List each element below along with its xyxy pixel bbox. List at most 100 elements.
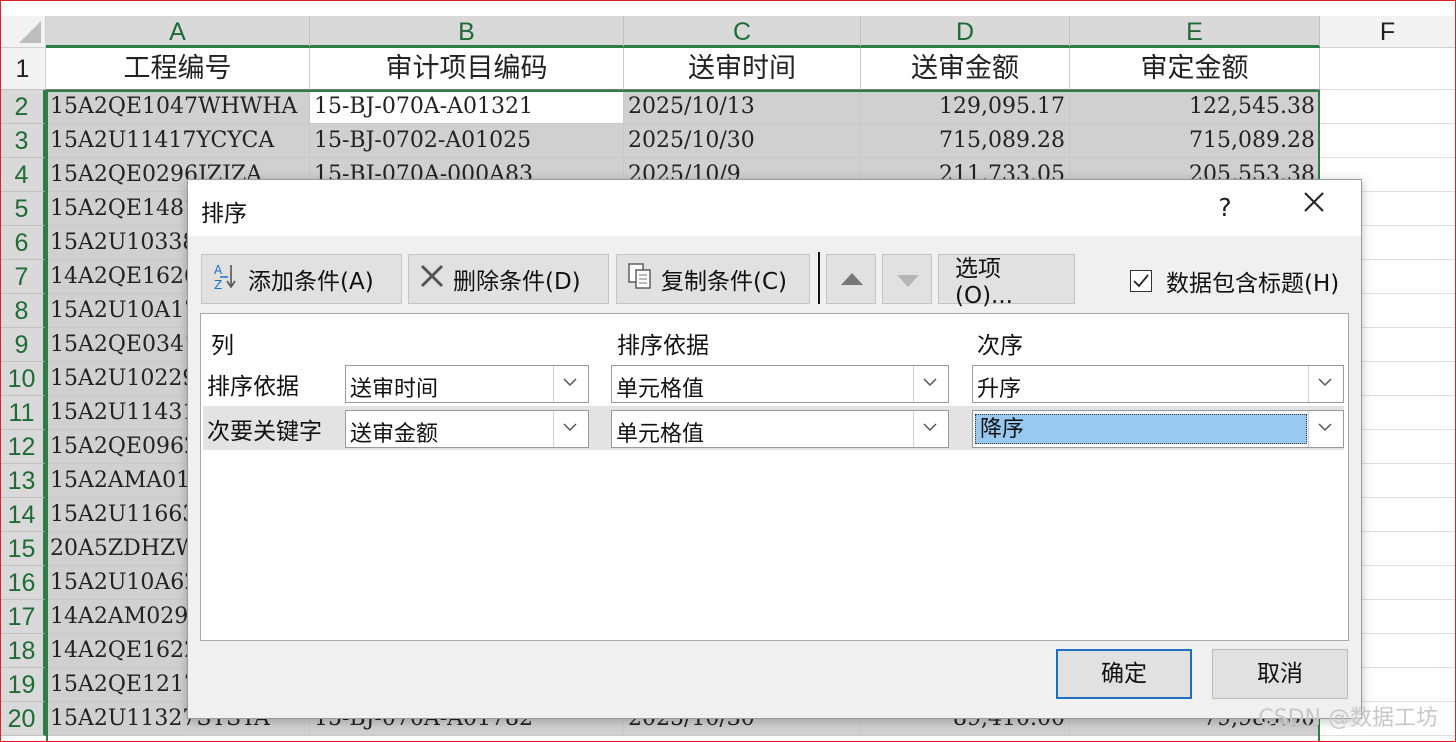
header-cell[interactable]: 送审时间 [624,48,861,90]
delete-x-icon [419,263,445,295]
help-button[interactable]: ? [1210,190,1240,226]
col-header-order: 次序 [977,333,1023,359]
sort-condition-row-2[interactable]: 次要关键字 送审金额 单元格值 降序 [203,406,1344,450]
sort-key-label: 排序依据 [207,374,299,400]
row-header[interactable]: 1 [0,48,46,90]
header-checkbox-group[interactable]: 数据包含标题(H) [1130,264,1339,298]
svg-text:A: A [214,263,223,277]
data-cell[interactable]: 15A2U11417YCYCA [46,124,310,158]
column-select-2[interactable]: 送审金额 [345,410,589,448]
chevron-down-icon[interactable] [1308,411,1343,447]
row-header[interactable]: 12 [0,430,46,464]
order-select-1[interactable]: 升序 [972,365,1344,403]
delete-condition-label: 删除条件(D) [453,269,581,295]
dialog-title: 排序 [201,201,247,227]
column-header-b[interactable]: B [310,16,624,48]
column-header-f[interactable]: F [1320,16,1456,48]
sort-on-select-value: 单元格值 [616,377,705,402]
ok-button[interactable]: 确定 [1056,649,1192,699]
header-cell[interactable]: 送审金额 [861,48,1070,90]
up-arrow-icon [841,273,863,285]
data-cell[interactable]: 715,089.28 [1070,124,1320,158]
header-cell[interactable]: 审计项目编码 [310,48,624,90]
row-header[interactable]: 4 [0,158,46,192]
row-header[interactable]: 3 [0,124,46,158]
sort-on-select-1[interactable]: 单元格值 [611,365,949,403]
column-header-e[interactable]: E [1070,16,1320,48]
column-select-value: 送审时间 [350,377,439,402]
delete-condition-button[interactable]: 删除条件(D) [408,254,609,304]
watermark: CSDN @数据工坊 [1258,706,1438,731]
select-all-corner[interactable] [0,16,46,48]
chevron-down-icon[interactable] [553,366,588,402]
col-header-sort-on: 排序依据 [617,333,709,359]
header-checkbox[interactable] [1130,270,1152,292]
sort-condition-row-1[interactable]: 排序依据 送审时间 单元格值 升序 [203,361,1344,405]
sort-dialog: 排序 ? AZ 添加条件(A) 删除条件(D) 复制条件(C) 选项(O)...… [187,179,1362,719]
move-down-button[interactable] [882,254,932,304]
cancel-button[interactable]: 取消 [1212,649,1348,699]
data-cell[interactable]: 15A2QE1047WHWHA [46,90,310,124]
row-header[interactable]: 8 [0,294,46,328]
order-select-value: 降序 [975,414,1307,444]
row-header[interactable]: 11 [0,396,46,430]
row-header[interactable]: 7 [0,260,46,294]
copy-condition-button[interactable]: 复制条件(C) [616,254,810,304]
toolbar-separator [818,252,820,304]
row-header[interactable]: 18 [0,634,46,668]
row-header[interactable]: 20 [0,702,46,736]
order-select-2[interactable]: 降序 [972,410,1344,448]
chevron-down-icon[interactable] [913,366,948,402]
row-header[interactable]: 17 [0,600,46,634]
row-header[interactable]: 2 [0,90,46,124]
data-cell[interactable]: 15-BJ-0702-A01025 [310,124,624,158]
row-header[interactable]: 14 [0,498,46,532]
sort-on-select-value: 单元格值 [616,422,705,447]
data-cell[interactable]: 122,545.38 [1070,90,1320,124]
chevron-down-icon[interactable] [553,411,588,447]
header-cell[interactable]: 审定金额 [1070,48,1320,90]
chevron-down-icon[interactable] [1308,366,1343,402]
dialog-titlebar[interactable]: 排序 ? [188,180,1361,236]
empty-cell[interactable] [1320,124,1456,158]
column-header-d[interactable]: D [861,16,1070,48]
col-header-column: 列 [211,333,234,359]
copy-condition-label: 复制条件(C) [661,269,788,295]
sort-az-icon: AZ [212,261,240,297]
data-cell[interactable]: 2025/10/30 [624,124,861,158]
row-header[interactable]: 9 [0,328,46,362]
row-header[interactable]: 16 [0,566,46,600]
row-header[interactable]: 15 [0,532,46,566]
row-header[interactable]: 13 [0,464,46,498]
column-header-a[interactable]: A [46,16,310,48]
row-header[interactable]: 10 [0,362,46,396]
close-button[interactable] [1296,190,1332,226]
row-header[interactable]: 5 [0,192,46,226]
close-icon [1304,192,1324,212]
copy-icon [627,262,653,296]
header-cell[interactable]: 工程编号 [46,48,310,90]
down-arrow-icon [897,275,919,287]
secondary-key-label: 次要关键字 [207,419,322,445]
order-select-value: 升序 [977,377,1022,402]
column-select-value: 送审金额 [350,422,439,447]
empty-cell[interactable] [1320,90,1456,124]
row-header[interactable]: 19 [0,668,46,702]
column-header-c[interactable]: C [624,16,861,48]
options-button[interactable]: 选项(O)... [938,254,1075,309]
chevron-down-icon[interactable] [913,411,948,447]
header-checkbox-label: 数据包含标题(H) [1166,271,1340,297]
add-condition-label: 添加条件(A) [248,269,374,295]
empty-cell[interactable] [1320,48,1456,90]
move-up-button[interactable] [826,254,876,304]
row-header[interactable]: 6 [0,226,46,260]
add-condition-button[interactable]: AZ 添加条件(A) [201,254,402,304]
data-cell[interactable]: 15-BJ-070A-A01321 [310,90,624,124]
data-cell[interactable]: 715,089.28 [861,124,1070,158]
column-select-1[interactable]: 送审时间 [345,365,589,403]
data-cell[interactable]: 129,095.17 [861,90,1070,124]
svg-text:Z: Z [214,278,222,291]
sort-on-select-2[interactable]: 单元格值 [611,410,949,448]
data-cell[interactable]: 2025/10/13 [624,90,861,124]
sort-conditions-list: 列 排序依据 次序 排序依据 送审时间 单元格值 升序 次要关键字 送审金额 单… [200,313,1349,641]
